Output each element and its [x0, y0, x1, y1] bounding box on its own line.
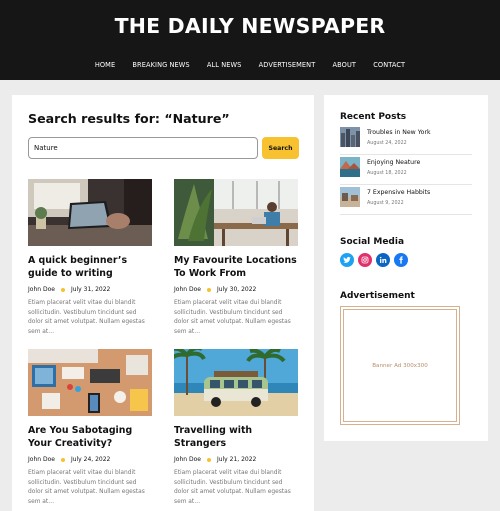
- recent-post-thumbnail[interactable]: [340, 157, 360, 177]
- post-author[interactable]: John Doe: [28, 456, 55, 463]
- post-card: A quick beginner’s guide to writing John…: [28, 179, 152, 337]
- twitter-icon[interactable]: [340, 253, 354, 267]
- meta-separator-dot: [60, 287, 65, 292]
- post-excerpt: Etiam placerat velit vitae dui blandit s…: [28, 470, 145, 505]
- post-author[interactable]: John Doe: [28, 286, 55, 293]
- post-meta: John Doe July 24, 2022: [28, 456, 152, 463]
- recent-post-title[interactable]: 7 Expensive Habbits: [367, 189, 430, 196]
- recent-post-date: August 18, 2022: [367, 171, 407, 176]
- facebook-icon[interactable]: [394, 253, 408, 267]
- recent-post-thumbnail[interactable]: [340, 127, 360, 147]
- nav-home[interactable]: HOME: [86, 61, 124, 69]
- post-thumbnail-beach-van[interactable]: [174, 349, 298, 416]
- linkedin-icon[interactable]: [376, 253, 390, 267]
- banner-ad-label: Banner Ad 300x300: [372, 362, 428, 369]
- sidebar: Recent Posts Troubles in New York August…: [324, 95, 488, 441]
- meta-separator-dot: [206, 457, 211, 462]
- post-date: July 21, 2022: [216, 456, 257, 463]
- search-results-panel: Search results for: “Nature” Search A qu…: [12, 95, 314, 511]
- main-nav: HOME BREAKING NEWS ALL NEWS ADVERTISEMEN…: [0, 61, 500, 69]
- recent-post-title[interactable]: Enjoying Neature: [367, 159, 420, 166]
- post-excerpt: Etiam placerat velit vitae dui blandit s…: [174, 300, 291, 335]
- search-button[interactable]: Search: [262, 137, 299, 159]
- post-card: My Favourite Locations To Work From John…: [174, 179, 298, 337]
- post-title[interactable]: Are You Sabotaging Your Creativity?: [28, 425, 152, 450]
- post-thumbnail-laptop-desk[interactable]: [28, 179, 152, 246]
- post-meta: John Doe July 30, 2022: [174, 286, 298, 293]
- post-author[interactable]: John Doe: [174, 286, 201, 293]
- post-author[interactable]: John Doe: [174, 456, 201, 463]
- banner-ad[interactable]: Banner Ad 300x300: [340, 306, 460, 425]
- post-card: Are You Sabotaging Your Creativity? John…: [28, 349, 152, 507]
- site-header: THE DAILY NEWSPAPER HOME BREAKING NEWS A…: [0, 0, 500, 80]
- meta-separator-dot: [60, 457, 65, 462]
- site-title[interactable]: THE DAILY NEWSPAPER: [0, 14, 500, 38]
- nav-all-news[interactable]: ALL NEWS: [198, 61, 250, 69]
- post-date: July 30, 2022: [216, 286, 257, 293]
- advertisement-heading: Advertisement: [340, 291, 415, 301]
- recent-post-title[interactable]: Troubles in New York: [367, 129, 431, 136]
- social-links: [340, 253, 408, 267]
- recent-posts-heading: Recent Posts: [340, 112, 407, 122]
- nav-about[interactable]: ABOUT: [324, 61, 365, 69]
- nav-breaking-news[interactable]: BREAKING NEWS: [124, 61, 198, 69]
- post-meta: John Doe July 21, 2022: [174, 456, 298, 463]
- recent-post-item[interactable]: Enjoying Neature August 18, 2022: [340, 157, 472, 185]
- post-title[interactable]: A quick beginner’s guide to writing: [28, 255, 152, 280]
- post-card: Travelling with Strangers John Doe July …: [174, 349, 298, 507]
- post-thumbnail-creative-desk[interactable]: [28, 349, 152, 416]
- social-media-heading: Social Media: [340, 237, 405, 247]
- post-title[interactable]: My Favourite Locations To Work From: [174, 255, 298, 280]
- post-title[interactable]: Travelling with Strangers: [174, 425, 298, 450]
- post-excerpt: Etiam placerat velit vitae dui blandit s…: [28, 300, 145, 335]
- post-thumbnail-cafe-workspace[interactable]: [174, 179, 298, 246]
- recent-post-date: August 9, 2022: [367, 201, 404, 206]
- nav-contact[interactable]: CONTACT: [365, 61, 414, 69]
- search-input[interactable]: [28, 137, 258, 159]
- recent-post-date: August 24, 2022: [367, 141, 407, 146]
- post-date: July 31, 2022: [70, 286, 111, 293]
- post-excerpt: Etiam placerat velit vitae dui blandit s…: [174, 470, 291, 505]
- post-date: July 24, 2022: [70, 456, 111, 463]
- banner-ad-inner: Banner Ad 300x300: [343, 309, 457, 422]
- page-title: Search results for: “Nature”: [28, 111, 230, 126]
- meta-separator-dot: [206, 287, 211, 292]
- recent-post-item[interactable]: Troubles in New York August 24, 2022: [340, 127, 472, 155]
- recent-post-item[interactable]: 7 Expensive Habbits August 9, 2022: [340, 187, 472, 215]
- instagram-icon[interactable]: [358, 253, 372, 267]
- recent-post-thumbnail[interactable]: [340, 187, 360, 207]
- nav-advertisement[interactable]: ADVERTISEMENT: [250, 61, 324, 69]
- post-meta: John Doe July 31, 2022: [28, 286, 152, 293]
